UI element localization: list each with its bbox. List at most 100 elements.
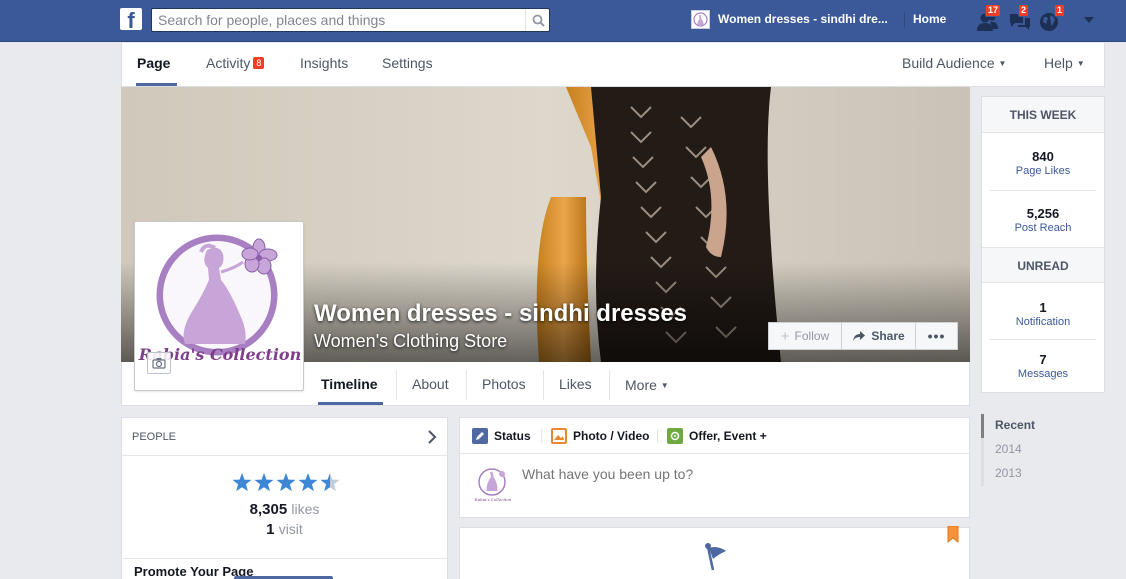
tab-divider — [657, 429, 658, 443]
composer-tab-photo-video[interactable]: Photo / Video — [551, 428, 649, 444]
search-icon — [532, 14, 545, 27]
chevron-down-icon: ▼ — [1076, 59, 1085, 68]
tab-timeline[interactable]: Timeline — [321, 376, 378, 392]
tab-about[interactable]: About — [412, 376, 449, 392]
home-link[interactable]: Home — [913, 12, 946, 26]
follow-button-label: Follow — [794, 329, 830, 343]
visit-count: 1 — [266, 521, 275, 538]
tab-divider — [541, 429, 542, 443]
likes-label: likes — [291, 501, 320, 517]
likes-count: 8,305 — [249, 501, 288, 518]
composer-tab-status[interactable]: Status — [472, 428, 531, 444]
search-input[interactable] — [152, 9, 522, 31]
help-menu[interactable]: Help ▼ — [1044, 55, 1085, 71]
year-item-2014[interactable]: 2014 — [981, 438, 1105, 462]
svg-text:Rabia's Collection: Rabia's Collection — [474, 497, 512, 502]
help-label: Help — [1044, 55, 1073, 71]
tab-label: Timeline — [321, 376, 378, 392]
divider — [122, 558, 447, 559]
tab-photos[interactable]: Photos — [482, 376, 526, 392]
offer-event-label: Offer, Event + — [689, 429, 767, 443]
likes-summary: 8,305 likes — [122, 501, 447, 518]
tab-label: About — [412, 376, 449, 392]
status-label: Status — [494, 429, 531, 443]
share-button[interactable]: Share — [841, 322, 916, 350]
page-title: Women dresses - sindhi dresses — [314, 300, 688, 327]
post-composer: Status Photo / Video Offer, Event + Rabi… — [459, 417, 970, 518]
admin-tab-label: Settings — [382, 55, 433, 71]
people-card-header[interactable]: PEOPLE — [122, 418, 447, 456]
friend-requests-badge: 17 — [985, 4, 1002, 17]
composer-tabs: Status Photo / Video Offer, Event + — [460, 418, 969, 454]
tab-label: Photos — [482, 376, 526, 392]
admin-tab-label: Insights — [300, 55, 349, 71]
messages-jewel[interactable]: 2 — [1007, 4, 1035, 34]
admin-tab-label: Activity — [206, 55, 251, 71]
page-likes-label[interactable]: Page Likes — [982, 165, 1104, 177]
tab-likes[interactable]: Likes — [559, 376, 592, 392]
share-arrow-icon — [853, 331, 866, 341]
people-heading: PEOPLE — [132, 431, 177, 443]
tab-label: Likes — [559, 376, 592, 392]
active-tab-indicator — [318, 402, 383, 405]
post-reach-label[interactable]: Post Reach — [982, 222, 1104, 234]
facebook-logo-icon[interactable]: f — [120, 8, 142, 30]
active-tab-indicator — [136, 83, 177, 86]
admin-tab-page[interactable]: Page — [137, 55, 170, 71]
star-rating — [231, 472, 343, 497]
account-menu-chevron-down-icon[interactable] — [1084, 17, 1094, 23]
follow-button[interactable]: + Follow — [768, 322, 842, 350]
bookmark-icon[interactable] — [947, 526, 959, 544]
top-navigation-bar: f Women dresses - sindhi dre... Home 17 … — [0, 0, 1126, 42]
unread-heading: UNREAD — [982, 247, 1104, 283]
post-reach-count[interactable]: 5,256 — [982, 206, 1104, 221]
year-item-2013[interactable]: 2013 — [981, 462, 1105, 486]
composer-avatar: Rabia's Collection — [474, 466, 512, 504]
tab-divider — [466, 370, 467, 400]
page-category[interactable]: Women's Clothing Store — [314, 331, 507, 352]
unread-notifications-count[interactable]: 1 — [982, 300, 1104, 315]
timeline-milestone-card — [459, 526, 970, 579]
chevron-right-icon — [428, 430, 437, 444]
rating-star — [276, 473, 296, 492]
rating-star — [298, 473, 318, 492]
divider — [990, 339, 1096, 340]
page-avatar-thumbnail[interactable] — [691, 10, 710, 29]
photo-video-label: Photo / Video — [573, 429, 650, 443]
build-audience-menu[interactable]: Build Audience ▼ — [902, 55, 1006, 71]
notifications-badge: 1 — [1054, 4, 1066, 17]
visit-label: visit — [278, 521, 303, 537]
page-admin-bar: Page Activity 8 Insights Settings Build A… — [121, 43, 1105, 87]
year-item-recent[interactable]: Recent — [981, 414, 1105, 438]
activity-count-badge: 8 — [253, 57, 265, 69]
admin-tab-settings[interactable]: Settings — [382, 55, 433, 71]
rating-star — [320, 473, 340, 492]
notifications-jewel[interactable]: 1 — [1037, 4, 1066, 34]
unread-messages-count[interactable]: 7 — [982, 352, 1104, 367]
tab-label: More — [625, 377, 657, 393]
friend-requests-jewel[interactable]: 17 — [975, 4, 1003, 34]
plus-icon: + — [780, 327, 790, 345]
chevron-down-icon: ▼ — [998, 59, 1007, 68]
admin-tab-activity[interactable]: Activity 8 — [206, 55, 265, 71]
this-week-heading: THIS WEEK — [982, 97, 1104, 133]
page-name-link[interactable]: Women dresses - sindhi dre... — [718, 12, 888, 26]
tab-divider — [396, 370, 397, 400]
pencil-icon — [472, 428, 488, 444]
update-profile-photo-button[interactable] — [147, 352, 171, 374]
search-button[interactable] — [525, 9, 550, 31]
profile-picture[interactable]: Rabia's Collection — [134, 221, 304, 391]
page-likes-count[interactable]: 840 — [982, 149, 1104, 164]
tab-divider — [609, 370, 610, 400]
unread-messages-label[interactable]: Messages — [982, 368, 1104, 380]
composer-tab-offer-event[interactable]: Offer, Event + — [667, 428, 767, 444]
admin-tab-insights[interactable]: Insights — [300, 55, 348, 71]
unread-notifications-label[interactable]: Notification — [982, 316, 1104, 328]
more-options-button[interactable]: ••• — [915, 322, 958, 350]
rating-stars — [232, 473, 340, 492]
timeline-year-nav: Recent 2014 2013 — [981, 414, 1105, 486]
topbar-divider — [904, 12, 905, 28]
photo-icon — [551, 428, 567, 444]
status-input[interactable] — [522, 462, 942, 486]
tab-more[interactable]: More ▼ — [625, 377, 669, 393]
